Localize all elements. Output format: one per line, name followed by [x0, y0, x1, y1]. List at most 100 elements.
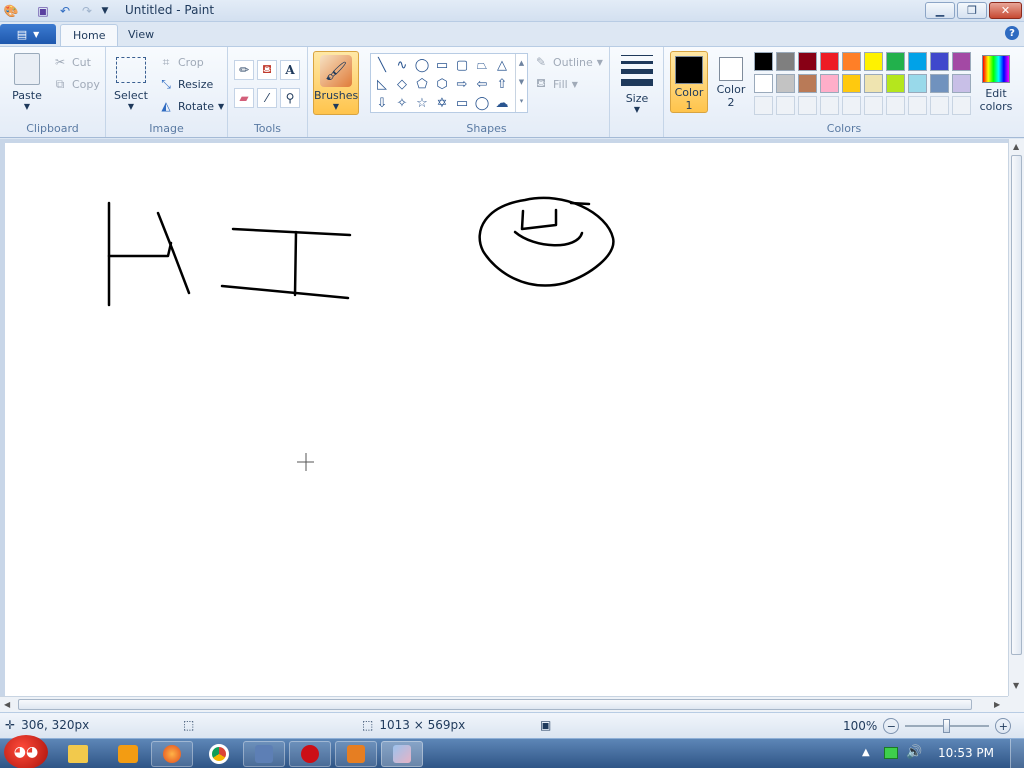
palette-color-swatch[interactable]: [908, 74, 927, 93]
palette-color-swatch[interactable]: [930, 52, 949, 71]
triangle-shape-icon[interactable]: △: [493, 56, 511, 74]
help-icon[interactable]: ?: [1005, 26, 1019, 40]
rectangle-shape-icon[interactable]: ▭: [433, 56, 451, 74]
palette-color-swatch[interactable]: [864, 52, 883, 71]
horizontal-scrollbar[interactable]: ◀ ▶: [0, 696, 1008, 712]
color1-button[interactable]: Color 1: [670, 51, 708, 113]
palette-color-swatch[interactable]: [886, 74, 905, 93]
palette-custom-swatch[interactable]: [820, 96, 839, 115]
zoom-in-icon[interactable]: +: [995, 718, 1012, 734]
firefox-taskbar-button[interactable]: [151, 741, 193, 767]
right-triangle-shape-icon[interactable]: ◺: [373, 75, 391, 93]
zoom-slider[interactable]: [905, 719, 990, 733]
outline-button[interactable]: ✎ Outline ▼: [533, 54, 603, 70]
oval-callout-shape-icon[interactable]: ◯: [473, 94, 491, 112]
fill-bucket-icon[interactable]: ⛾: [257, 60, 277, 80]
palette-color-swatch[interactable]: [754, 52, 773, 71]
redo-icon[interactable]: ↷: [79, 3, 95, 19]
palette-custom-swatch[interactable]: [886, 96, 905, 115]
rotate-button[interactable]: ◭ Rotate ▼: [158, 98, 224, 114]
taskbar-clock[interactable]: 10:53 PM: [938, 746, 994, 760]
color-picker-icon[interactable]: ⁄: [257, 88, 277, 108]
size-button[interactable]: Size ▼: [616, 51, 658, 114]
palette-color-swatch[interactable]: [864, 74, 883, 93]
pentagon-shape-icon[interactable]: ⬠: [413, 75, 431, 93]
palette-color-swatch[interactable]: [798, 52, 817, 71]
magnifier-icon[interactable]: ⚲: [280, 88, 300, 108]
volume-icon[interactable]: 🔊: [906, 745, 922, 760]
scroll-left-icon[interactable]: ◀: [4, 700, 10, 709]
palette-color-swatch[interactable]: [842, 52, 861, 71]
drawing-canvas[interactable]: [5, 143, 1008, 696]
down-arrow-shape-icon[interactable]: ⇩: [373, 94, 391, 112]
folder-icon[interactable]: [68, 745, 88, 763]
palette-color-swatch[interactable]: [886, 52, 905, 71]
text-tool-icon[interactable]: A: [280, 60, 300, 80]
palette-custom-swatch[interactable]: [952, 96, 971, 115]
line-shape-icon[interactable]: ╲: [373, 56, 391, 74]
palette-color-swatch[interactable]: [776, 74, 795, 93]
four-point-star-shape-icon[interactable]: ✧: [393, 94, 411, 112]
color2-button[interactable]: Color 2: [712, 51, 750, 113]
oval-shape-icon[interactable]: ◯: [413, 56, 431, 74]
up-arrow-shape-icon[interactable]: ⇧: [493, 75, 511, 93]
show-desktop-button[interactable]: [1010, 739, 1024, 768]
tab-view[interactable]: View: [116, 24, 166, 46]
palette-color-swatch[interactable]: [820, 52, 839, 71]
close-button[interactable]: ✕: [989, 2, 1022, 19]
pencil-icon[interactable]: ✏: [234, 60, 254, 80]
chrome-icon[interactable]: [209, 744, 229, 764]
brushes-button[interactable]: 🖌 Brushes ▼: [313, 51, 359, 115]
palette-custom-swatch[interactable]: [776, 96, 795, 115]
customize-dropdown-icon[interactable]: ▼: [97, 3, 113, 19]
palette-color-swatch[interactable]: [776, 52, 795, 71]
scroll-right-icon[interactable]: ▶: [994, 700, 1000, 709]
scroll-down-icon[interactable]: ▼: [1013, 681, 1019, 690]
edit-colors-button[interactable]: Edit colors: [976, 51, 1016, 113]
palette-custom-swatch[interactable]: [908, 96, 927, 115]
resize-button[interactable]: ⤡ Resize: [158, 76, 213, 92]
tab-home[interactable]: Home: [60, 24, 119, 46]
palette-color-swatch[interactable]: [952, 74, 971, 93]
fill-button[interactable]: ⛾ Fill ▼: [533, 76, 578, 92]
horizontal-scroll-thumb[interactable]: [18, 699, 972, 710]
cut-button[interactable]: ✂ Cut: [52, 54, 91, 70]
undo-icon[interactable]: ↶: [57, 3, 73, 19]
paint-app-icon[interactable]: 🎨: [3, 3, 19, 19]
palette-color-swatch[interactable]: [798, 74, 817, 93]
palette-color-swatch[interactable]: [952, 52, 971, 71]
minimize-button[interactable]: ▁: [925, 2, 955, 19]
network-icon[interactable]: [884, 747, 898, 759]
zoom-out-icon[interactable]: −: [883, 718, 900, 734]
palette-color-swatch[interactable]: [754, 74, 773, 93]
restore-button[interactable]: ❐: [957, 2, 987, 19]
app-taskbar-button-1[interactable]: [243, 741, 285, 767]
palette-color-swatch[interactable]: [930, 74, 949, 93]
palette-custom-swatch[interactable]: [798, 96, 817, 115]
hexagon-shape-icon[interactable]: ⬡: [433, 75, 451, 93]
vertical-scroll-thumb[interactable]: [1011, 155, 1022, 655]
copy-button[interactable]: ⧉ Copy: [52, 76, 100, 92]
show-hidden-icons-icon[interactable]: ▲: [862, 747, 870, 758]
file-menu-button[interactable]: ▤ ▼: [0, 24, 56, 44]
eraser-icon[interactable]: ▰: [234, 88, 254, 108]
diamond-shape-icon[interactable]: ◇: [393, 75, 411, 93]
app-taskbar-button-2[interactable]: [335, 741, 377, 767]
select-button[interactable]: Select ▼: [114, 51, 148, 111]
cloud-callout-shape-icon[interactable]: ☁: [493, 94, 511, 112]
zoom-slider-thumb[interactable]: [943, 719, 951, 733]
start-button[interactable]: ◕◕: [4, 735, 48, 768]
vertical-scrollbar[interactable]: ▲ ▼: [1008, 139, 1024, 696]
palette-custom-swatch[interactable]: [930, 96, 949, 115]
left-arrow-shape-icon[interactable]: ⇦: [473, 75, 491, 93]
save-icon[interactable]: ▣: [35, 3, 51, 19]
rounded-callout-shape-icon[interactable]: ▭: [453, 94, 471, 112]
five-point-star-shape-icon[interactable]: ☆: [413, 94, 431, 112]
palette-custom-swatch[interactable]: [754, 96, 773, 115]
crop-button[interactable]: ⌗ Crop: [158, 54, 204, 70]
scroll-up-icon[interactable]: ▲: [1013, 142, 1019, 151]
palette-custom-swatch[interactable]: [864, 96, 883, 115]
paint-taskbar-button[interactable]: [381, 741, 423, 767]
right-arrow-shape-icon[interactable]: ⇨: [453, 75, 471, 93]
curve-shape-icon[interactable]: ∿: [393, 56, 411, 74]
